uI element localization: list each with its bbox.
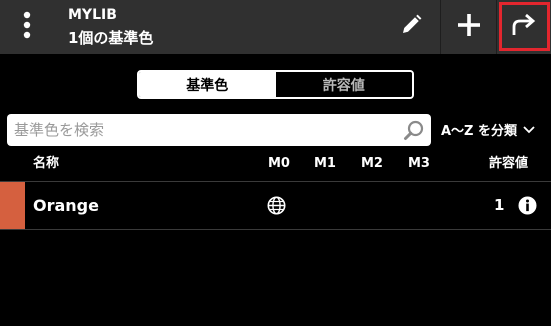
plus-icon xyxy=(457,13,481,41)
more-vertical-icon xyxy=(23,11,31,43)
page-title: 1個の基準色 xyxy=(68,29,154,47)
highlight-box xyxy=(499,2,550,51)
menu-button[interactable] xyxy=(0,0,54,54)
column-header-m1: M1 xyxy=(314,156,336,171)
add-button[interactable] xyxy=(440,0,496,54)
column-header-m2: M2 xyxy=(361,156,383,171)
globe-icon xyxy=(267,196,286,215)
info-icon[interactable] xyxy=(518,196,537,215)
tab-tolerances[interactable]: 許容値 xyxy=(275,72,412,97)
tolerance-value: 1 xyxy=(494,196,505,214)
pencil-icon xyxy=(400,14,422,40)
search-icon[interactable] xyxy=(403,119,425,141)
chevron-down-icon xyxy=(523,125,535,133)
color-name: Orange xyxy=(33,196,99,215)
share-button[interactable] xyxy=(496,0,551,54)
tab-standard-colors[interactable]: 基準色 xyxy=(139,72,276,97)
edit-button[interactable] xyxy=(384,0,438,54)
title-block: MYLIB 1個の基準色 xyxy=(68,6,153,49)
divider xyxy=(0,229,551,230)
column-header-m0: M0 xyxy=(268,156,290,171)
segmented-control: 基準色 許容値 xyxy=(137,70,414,99)
search-box xyxy=(7,114,431,146)
top-app-bar: MYLIB 1個の基準色 xyxy=(0,0,551,54)
column-header-m3: M3 xyxy=(408,156,430,171)
sort-dropdown[interactable]: A〜Z を分類 xyxy=(441,120,535,139)
app-name: MYLIB xyxy=(68,7,117,23)
search-input[interactable] xyxy=(14,114,394,146)
color-swatch xyxy=(0,182,25,229)
column-header-name[interactable]: 名称 xyxy=(33,155,59,173)
column-header-tolerance: 許容値 xyxy=(489,156,529,171)
sort-label: A〜Z を分類 xyxy=(441,124,518,139)
table-row[interactable]: Orange 1 xyxy=(0,182,551,229)
